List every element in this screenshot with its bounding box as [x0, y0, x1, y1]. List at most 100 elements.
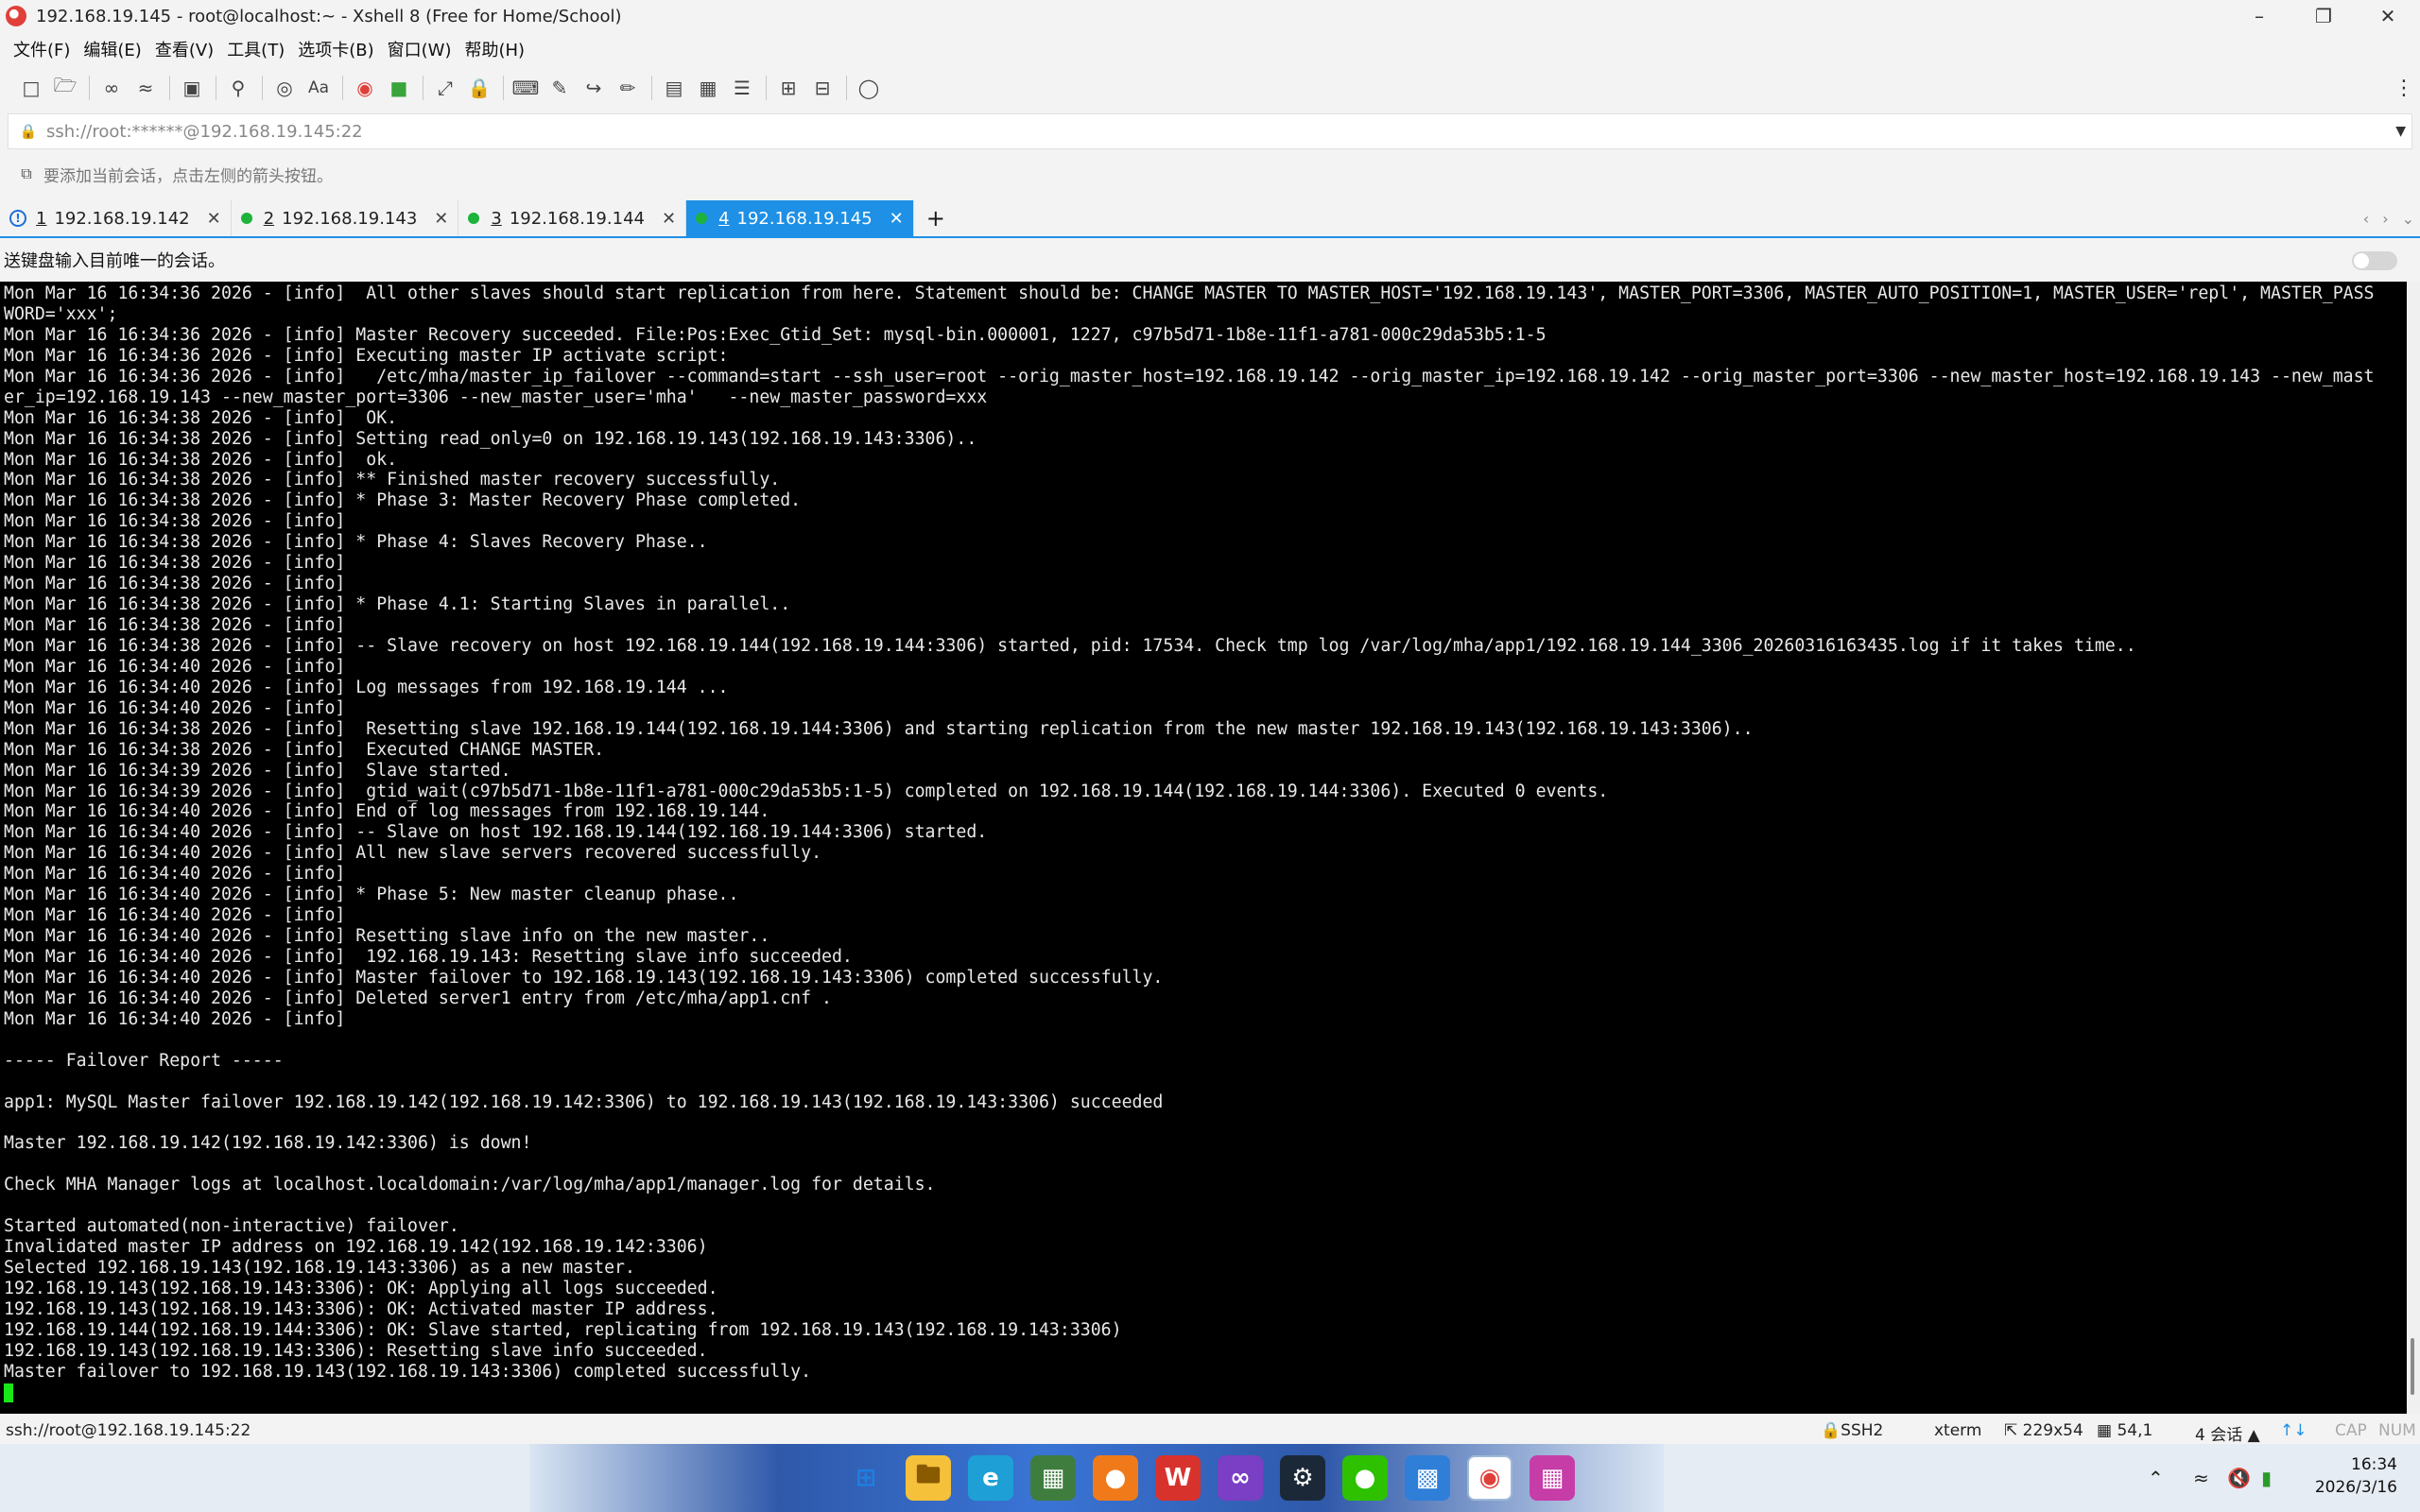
status-sessions[interactable]: 4 会话 ▲ [2195, 1421, 2260, 1445]
tab-session-4[interactable]: 4 192.168.19.145 ✕ [686, 200, 914, 236]
menu-tools[interactable]: 工具(T) [227, 37, 285, 61]
clock-time: 16:34 [2351, 1455, 2397, 1474]
globe-icon[interactable]: ◎ [268, 72, 301, 104]
address-input[interactable] [46, 121, 2315, 142]
close-button[interactable]: ✕ [2356, 0, 2420, 32]
wifi-icon[interactable]: ≈ [2193, 1444, 2209, 1512]
close-icon[interactable]: ✕ [662, 209, 676, 229]
start-icon[interactable]: ⊞ [843, 1455, 889, 1501]
terminal-line: Mon Mar 16 16:34:38 2026 - [info] ok. [4, 449, 398, 470]
connected-status-icon [696, 213, 708, 224]
chevron-down-icon[interactable]: ⌄ [2402, 210, 2414, 228]
terminal-output[interactable]: Mon Mar 16 16:34:36 2026 - [info] All ot… [0, 282, 2407, 1414]
compose-icon[interactable]: ▤ [658, 72, 690, 104]
maximize-button[interactable]: ❐ [2291, 0, 2356, 32]
status-num: NUM [2378, 1421, 2416, 1440]
terminal-line: 192.168.19.143(192.168.19.143:3306): OK:… [4, 1298, 718, 1319]
terminal-line: WORD='xxx'; [4, 303, 118, 324]
toolbar-divider [503, 76, 504, 100]
notes-icon[interactable]: ☰ [726, 72, 758, 104]
add-session-arrow-icon[interactable]: ⧉ [17, 164, 36, 183]
browser-icon[interactable]: ● [1093, 1455, 1138, 1501]
terminal-line: Mon Mar 16 16:34:40 2026 - [info] [4, 697, 346, 718]
disconnect-icon[interactable]: ≈ [130, 72, 162, 104]
xftp-icon[interactable]: ◉ [349, 72, 381, 104]
xmanager-icon[interactable]: ■ [383, 72, 415, 104]
edge-icon[interactable]: e [968, 1455, 1013, 1501]
terminal-line: Mon Mar 16 16:34:40 2026 - [info] Master… [4, 967, 1164, 988]
more-options-icon[interactable]: ⋮ [2394, 68, 2414, 108]
menu-edit[interactable]: 编辑(E) [83, 37, 141, 61]
chevron-down-icon[interactable]: ▼ [2395, 124, 2406, 139]
connect-icon[interactable]: ∞ [95, 72, 128, 104]
fullscreen-icon[interactable]: ⤢ [429, 72, 461, 104]
find-icon[interactable]: ⚲ [222, 72, 254, 104]
chevron-left-icon[interactable]: ‹ [2363, 210, 2369, 228]
wps-icon[interactable]: W [1155, 1455, 1201, 1501]
terminal-line: 192.168.19.143(192.168.19.143:3306): Res… [4, 1340, 708, 1361]
chevron-right-icon[interactable]: › [2382, 210, 2388, 228]
transfer-icon[interactable]: ↪ [578, 72, 610, 104]
taskbar-clock[interactable]: 16:34 2026/3/16 [2315, 1453, 2397, 1499]
windows-taskbar: ⊞ 🖿 e ▦ ● W ∞ ⚙ ● ▩ ◉ ▦ ⌃ ≈ 🔇 ▮ 16:34 20… [0, 1444, 2420, 1512]
compose-toggle[interactable] [2352, 251, 2397, 270]
tab-session-2[interactable]: 2 192.168.19.143 ✕ [232, 200, 459, 236]
toolbar-divider [766, 76, 767, 100]
add-tab-icon[interactable]: ⊞ [772, 72, 804, 104]
tab-bar: ! 1 192.168.19.142 ✕ 2 192.168.19.143 ✕ … [0, 198, 2420, 236]
chevron-up-icon[interactable]: ⌃ [2148, 1444, 2164, 1512]
terminal-cursor [4, 1383, 13, 1402]
tab-navigation: ‹ › ⌄ [2363, 200, 2414, 236]
close-icon[interactable]: ✕ [434, 209, 448, 229]
close-icon[interactable]: ✕ [890, 209, 904, 229]
visual-studio-icon[interactable]: ∞ [1218, 1455, 1263, 1501]
font-icon[interactable]: Aa [302, 72, 335, 104]
menu-help[interactable]: 帮助(H) [464, 37, 525, 61]
keyboard-icon[interactable]: ⌨ [510, 72, 542, 104]
tab-session-3[interactable]: 3 192.168.19.144 ✕ [458, 200, 687, 236]
scrollbar-thumb[interactable] [2411, 1338, 2414, 1395]
new-tab-plus-icon[interactable]: + [920, 200, 952, 236]
menu-tab[interactable]: 选项卡(B) [298, 37, 373, 61]
chat-icon[interactable]: ◯ [853, 72, 885, 104]
terminal-line: Mon Mar 16 16:34:40 2026 - [info] -- Sla… [4, 822, 988, 843]
terminal-line: 192.168.19.143(192.168.19.143:3306): OK:… [4, 1279, 718, 1298]
close-icon[interactable]: ✕ [207, 209, 221, 229]
tab-session-1[interactable]: ! 1 192.168.19.142 ✕ [0, 200, 232, 236]
steam-icon[interactable]: ⚙ [1280, 1455, 1325, 1501]
battery-icon[interactable]: ▮ [2261, 1444, 2272, 1512]
terminal-line: Mon Mar 16 16:34:36 2026 - [info] Master… [4, 324, 1547, 345]
menu-window[interactable]: 窗口(W) [388, 37, 452, 61]
remote-desktop-icon[interactable]: ▩ [1405, 1455, 1450, 1501]
xshell-icon[interactable]: ◉ [1467, 1455, 1512, 1501]
highlight-icon[interactable]: ▦ [692, 72, 724, 104]
terminal-line: Started automated(non-interactive) failo… [4, 1216, 459, 1237]
status-connection: ssh://root@192.168.19.145:22 [6, 1421, 251, 1440]
file-explorer-icon[interactable]: 🖿 [906, 1455, 951, 1501]
connected-status-icon [468, 213, 480, 224]
layout-icon[interactable]: ⊟ [806, 72, 838, 104]
script-icon[interactable]: ✎ [544, 72, 576, 104]
menu-file[interactable]: 文件(F) [13, 37, 70, 61]
terminal-line: Mon Mar 16 16:34:38 2026 - [info] Settin… [4, 428, 977, 449]
menu-view[interactable]: 查看(V) [155, 37, 214, 61]
tab-number: 2 [263, 208, 275, 229]
terminal-line: Mon Mar 16 16:34:36 2026 - [info] All ot… [4, 284, 2375, 303]
terminal-line: Master 192.168.19.142(192.168.19.142:330… [4, 1133, 532, 1154]
wechat-icon[interactable]: ● [1342, 1455, 1388, 1501]
toolbar-divider [262, 76, 263, 100]
xftp-icon[interactable]: ▦ [1530, 1455, 1575, 1501]
tab-label: 192.168.19.143 [282, 208, 418, 229]
calculator-icon[interactable]: ▦ [1030, 1455, 1076, 1501]
minimize-button[interactable]: – [2227, 0, 2291, 32]
lock-icon[interactable]: 🔒 [463, 72, 495, 104]
log-icon[interactable]: ✏ [612, 72, 644, 104]
new-session-icon[interactable]: □ [15, 72, 47, 104]
terminal-scrollbar[interactable] [2407, 282, 2420, 1414]
volume-mute-icon[interactable]: 🔇 [2227, 1444, 2251, 1512]
open-icon[interactable]: 🗁 [49, 72, 81, 104]
new-window-icon[interactable]: ▣ [176, 72, 208, 104]
